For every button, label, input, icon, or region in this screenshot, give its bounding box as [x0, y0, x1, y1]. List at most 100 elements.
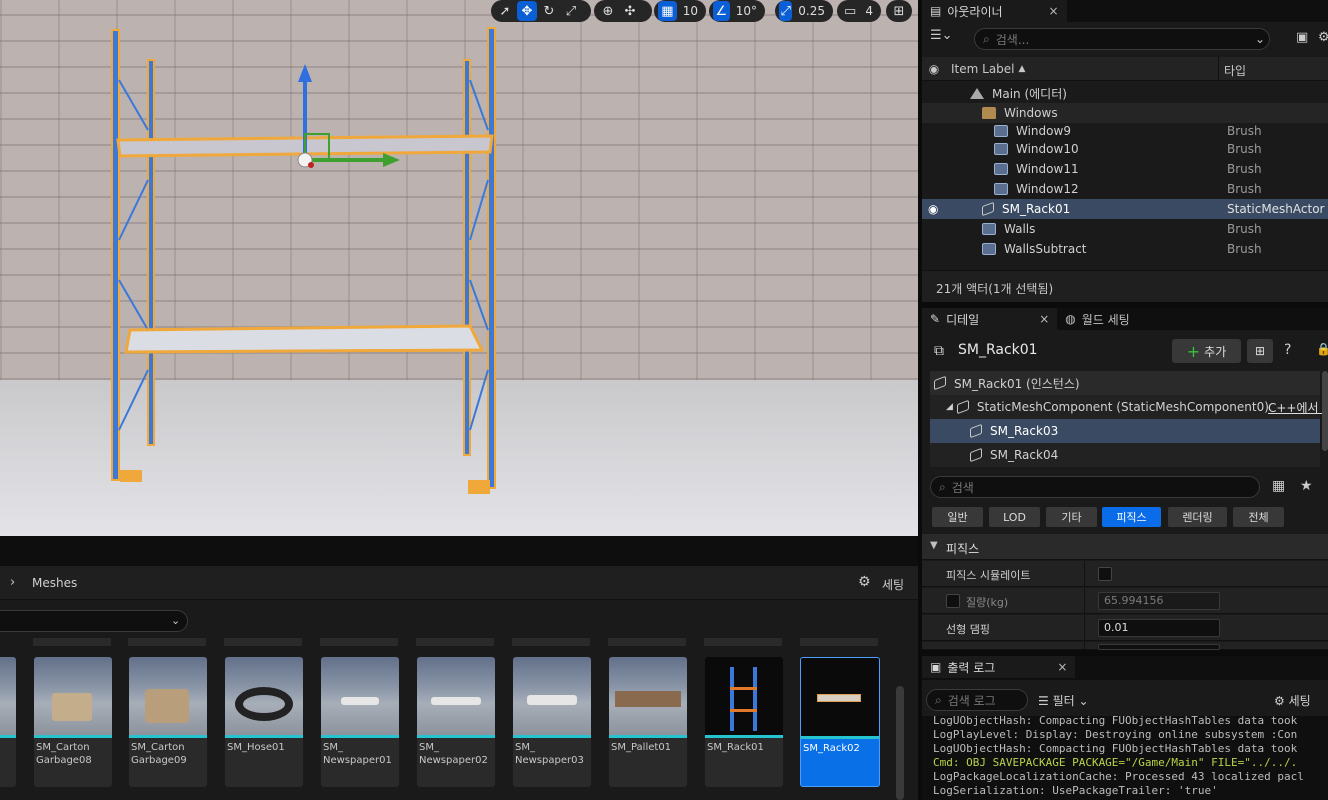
scale-snap-group[interactable]: ⤢ 0.25	[775, 0, 833, 22]
outliner-search-input[interactable]: ⌕ 검색... ⌄	[974, 28, 1270, 50]
filter-lod[interactable]: LOD	[989, 507, 1040, 527]
component-scrollbar[interactable]	[1322, 371, 1328, 451]
camera-speed-value[interactable]: 4	[861, 4, 877, 18]
tree-row[interactable]: WallsSubtract Brush	[922, 239, 1328, 259]
gear-icon[interactable]: ⚙	[1318, 30, 1328, 45]
mass-input[interactable]: 65.994156	[1098, 592, 1220, 610]
content-search-input[interactable]: ⌄	[0, 610, 188, 632]
asset-tile[interactable]: SM_ Newspaper01	[321, 657, 399, 787]
layout-group[interactable]: ⊞	[886, 0, 912, 22]
tree-row[interactable]: Window12 Brush	[922, 179, 1328, 199]
world-space-icon[interactable]: ⊕	[598, 1, 618, 21]
translate-mode-icon[interactable]: ✥	[517, 1, 537, 21]
tree-row-level[interactable]: Main (에디터)	[922, 83, 1328, 103]
filter-rendering[interactable]: 렌더링	[1168, 507, 1227, 527]
angle-snap-group[interactable]: ∠ 10°	[709, 0, 765, 22]
filter-icon[interactable]: ☰⌄	[930, 28, 953, 43]
asset-thumbnail	[129, 657, 207, 735]
rack-mesh[interactable]	[0, 0, 918, 536]
expand-arrow-icon[interactable]: ◢	[946, 402, 953, 412]
surface-snap-icon[interactable]: ✣	[620, 1, 640, 21]
chevron-down-icon[interactable]: ⌄	[171, 614, 180, 627]
close-icon[interactable]: ×	[1049, 4, 1059, 18]
level-viewport[interactable]: ➚ ✥ ↻ ⤢ ⊕ ✣ ▦ 10 ∠ 10° ⤢ 0.25 ▭ 4 ⊞	[0, 0, 918, 536]
prop-mass: 질량(kg) 65.994156	[922, 588, 1328, 614]
content-scrollbar[interactable]	[896, 686, 904, 800]
component-row[interactable]: SM_Rack04	[930, 443, 1320, 467]
rotate-mode-icon[interactable]: ↻	[539, 1, 559, 21]
viewport-layout-icon[interactable]: ⊞	[890, 1, 908, 21]
add-component-button[interactable]: + 추가	[1172, 339, 1241, 363]
tree-row-folder[interactable]: Windows	[922, 103, 1328, 123]
help-icon[interactable]: ?	[1284, 342, 1291, 358]
component-row[interactable]: ◢ StaticMeshComponent (StaticMeshCompone…	[930, 395, 1326, 419]
asset-tile[interactable]: SM_Pallet01	[609, 657, 687, 787]
tree-row[interactable]: Walls Brush	[922, 219, 1328, 239]
component-row-root[interactable]: SM_Rack01 (인스턴스)	[930, 371, 1320, 395]
coordinate-toolbar: ⊕ ✣	[594, 0, 652, 22]
camera-speed-group[interactable]: ▭ 4	[837, 0, 881, 22]
content-settings-button[interactable]: 세팅	[882, 576, 904, 593]
log-filter-button[interactable]: ☰ 필터 ⌄	[1038, 692, 1089, 709]
asset-tile[interactable]: SM_ Newspaper03	[513, 657, 591, 787]
gear-icon[interactable]: ⚙	[858, 574, 871, 590]
chevron-right-icon[interactable]: ›	[10, 575, 15, 590]
log-lines[interactable]: LogUObjectHash: Compacting FUObjectHashT…	[922, 714, 1328, 800]
collapse-arrow-icon[interactable]: ▼	[930, 540, 938, 551]
select-mode-icon[interactable]: ➚	[495, 1, 515, 21]
grid-snap-icon[interactable]: ▦	[658, 1, 677, 21]
path-breadcrumb[interactable]: Meshes	[32, 576, 77, 590]
outliner-tab[interactable]: ▤ 아웃라이너 ×	[922, 0, 1067, 22]
angle-snap-value[interactable]: 10°	[732, 4, 761, 18]
eye-icon[interactable]: ◉	[928, 202, 938, 216]
asset-tile[interactable]: SM_Carton Garbage08	[34, 657, 112, 787]
asset-tile[interactable]: SM_ Newspaper02	[417, 657, 495, 787]
details-search-input[interactable]: ⌕ 검색	[930, 476, 1260, 498]
blueprint-button[interactable]: ⊞	[1247, 339, 1273, 363]
tree-row[interactable]: Window9 Brush	[922, 123, 1328, 139]
tree-row[interactable]: Window10 Brush	[922, 139, 1328, 159]
static-mesh-icon	[956, 399, 969, 415]
linear-damping-input[interactable]: 0.01	[1098, 619, 1220, 637]
filter-physics[interactable]: 피직스	[1102, 507, 1161, 527]
output-log-tab[interactable]: ▣ 출력 로그 ×	[922, 656, 1076, 678]
grid-snap-group[interactable]: ▦ 10	[654, 0, 706, 22]
tree-row[interactable]: Window11 Brush	[922, 159, 1328, 179]
mass-override-checkbox[interactable]	[946, 594, 960, 608]
angle-snap-icon[interactable]: ∠	[713, 1, 730, 21]
filter-all[interactable]: 전체	[1233, 507, 1284, 527]
lock-icon[interactable]: 🔒	[1316, 342, 1328, 356]
physics-section-header[interactable]: ▼ 피직스	[922, 534, 1328, 560]
tree-row-selected[interactable]: ◉ SM_Rack01 StaticMeshActor	[922, 199, 1328, 219]
scale-mode-icon[interactable]: ⤢	[561, 1, 581, 21]
log-search-input[interactable]: ⌕ 검색 로그	[926, 689, 1028, 711]
table-view-icon[interactable]: ▦	[1272, 478, 1285, 494]
world-settings-tab[interactable]: ◍ 월드 세팅	[1057, 308, 1138, 330]
add-folder-icon[interactable]: ▣	[1296, 30, 1308, 45]
details-tab[interactable]: ✎ 디테일 ×	[922, 308, 1058, 330]
simulate-physics-checkbox[interactable]	[1098, 567, 1112, 581]
close-icon[interactable]: ×	[1057, 660, 1067, 674]
actor-name[interactable]: SM_Rack01	[958, 342, 1038, 358]
close-icon[interactable]: ×	[1039, 312, 1049, 326]
cpp-link[interactable]: C++에서 :	[1268, 399, 1326, 416]
grid-snap-value[interactable]: 10	[679, 4, 702, 18]
chevron-down-icon[interactable]: ⌄	[1255, 32, 1265, 46]
asset-tile-selected[interactable]: SM_Rack02	[800, 657, 880, 787]
log-settings-button[interactable]: ⚙ 세팅	[1274, 692, 1311, 709]
asset-tile-partial[interactable]	[0, 657, 16, 787]
type-column[interactable]: 타입	[1224, 62, 1246, 79]
asset-tile[interactable]: SM_Carton Garbage09	[129, 657, 207, 787]
scale-snap-icon[interactable]: ⤢	[779, 1, 793, 21]
star-icon[interactable]: ★	[1300, 478, 1313, 494]
asset-tile[interactable]: SM_Hose01	[225, 657, 303, 787]
item-label-column[interactable]: Item Label	[951, 62, 1015, 76]
filter-general[interactable]: 일반	[932, 507, 983, 527]
filter-misc[interactable]: 기타	[1046, 507, 1097, 527]
camera-icon[interactable]: ▭	[841, 1, 859, 21]
visibility-column-icon[interactable]: ◉	[922, 62, 946, 76]
asset-tile[interactable]: SM_Rack01	[705, 657, 783, 787]
component-row-selected[interactable]: SM_Rack03	[930, 419, 1320, 443]
sort-up-icon[interactable]: ▲	[1019, 64, 1026, 74]
scale-snap-value[interactable]: 0.25	[794, 4, 829, 18]
